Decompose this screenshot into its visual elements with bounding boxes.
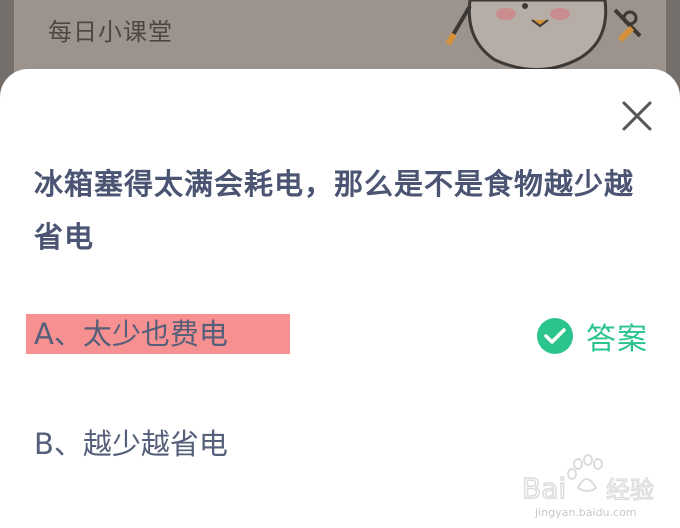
- option-b[interactable]: B、越少越省电: [26, 424, 342, 464]
- option-a[interactable]: A、太少也费电: [26, 314, 290, 354]
- svg-text:经验: 经验: [606, 476, 654, 504]
- check-circle-icon: [537, 318, 573, 354]
- question-text: 冰箱塞得太满会耗电，那么是不是食物越少越省电: [34, 167, 635, 254]
- svg-text:Bai: Bai: [522, 472, 566, 505]
- answer-tag: 答案: [536, 316, 648, 357]
- close-icon[interactable]: [620, 99, 654, 133]
- mascot-illustration: [445, 0, 642, 71]
- watermark-url: jingyan.baidu.com: [535, 506, 637, 519]
- background-title: 每日小课堂: [48, 18, 173, 46]
- answer-label: 答案: [586, 322, 648, 357]
